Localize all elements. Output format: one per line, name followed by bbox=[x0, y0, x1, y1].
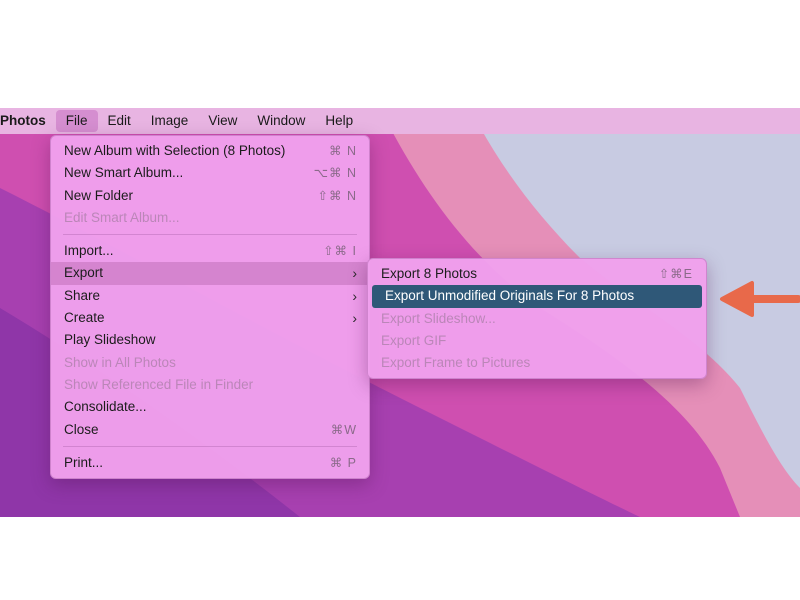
menu-item-export-photos[interactable]: Export 8 Photos ⇧⌘E bbox=[368, 263, 706, 285]
menu-item-new-album[interactable]: New Album with Selection (8 Photos) ⌘ N bbox=[51, 140, 369, 162]
menu-item-export-gif: Export GIF bbox=[368, 330, 706, 352]
menu-item-export-frame: Export Frame to Pictures bbox=[368, 352, 706, 374]
menu-item-label: Export Slideshow... bbox=[381, 310, 496, 326]
menu-item-share[interactable]: Share › bbox=[51, 285, 369, 307]
menu-item-export-slideshow: Export Slideshow... bbox=[368, 308, 706, 330]
menu-item-consolidate[interactable]: Consolidate... bbox=[51, 396, 369, 418]
menu-item-export-unmodified-originals[interactable]: Export Unmodified Originals For 8 Photos bbox=[372, 285, 702, 308]
menubar-image[interactable]: Image bbox=[141, 110, 199, 132]
menu-item-shortcut: ⇧⌘ N bbox=[317, 188, 357, 203]
menu-item-label: Export bbox=[64, 265, 104, 281]
menu-item-label: Edit Smart Album... bbox=[64, 209, 180, 225]
file-menu: New Album with Selection (8 Photos) ⌘ N … bbox=[50, 135, 370, 480]
menu-item-label: Print... bbox=[64, 454, 104, 470]
menu-item-export[interactable]: Export › bbox=[51, 262, 369, 285]
menu-item-label: Export GIF bbox=[381, 332, 447, 348]
menu-item-shortcut: ⌘ P bbox=[329, 455, 357, 470]
menu-item-close[interactable]: Close ⌘W bbox=[51, 419, 369, 441]
menu-item-import[interactable]: Import... ⇧⌘ I bbox=[51, 240, 369, 262]
menubar-help[interactable]: Help bbox=[315, 110, 363, 132]
chevron-right-icon: › bbox=[352, 310, 357, 327]
menu-item-label: Import... bbox=[64, 243, 114, 259]
menu-item-show-referenced-file: Show Referenced File in Finder bbox=[51, 374, 369, 396]
menu-item-shortcut: ⌘ N bbox=[329, 144, 357, 158]
menu-item-label: Export 8 Photos bbox=[381, 266, 478, 281]
menu-item-label: Create bbox=[64, 310, 105, 326]
desktop-screen: Photos File Edit Image View Window Help … bbox=[0, 108, 800, 517]
menu-separator bbox=[63, 234, 357, 236]
menu-item-label: New Album with Selection (8 Photos) bbox=[64, 143, 286, 158]
menu-item-new-folder[interactable]: New Folder ⇧⌘ N bbox=[51, 185, 369, 207]
menubar-file[interactable]: File bbox=[55, 110, 98, 132]
menu-item-new-smart-album[interactable]: New Smart Album... ⌥⌘ N bbox=[51, 162, 369, 184]
menubar-app-photos[interactable]: Photos bbox=[0, 110, 56, 132]
menu-item-create[interactable]: Create › bbox=[51, 307, 369, 329]
annotation-arrow-icon bbox=[720, 281, 800, 317]
menu-item-shortcut: ⇧⌘E bbox=[658, 267, 693, 281]
menu-separator bbox=[63, 445, 357, 447]
menu-item-print[interactable]: Print... ⌘ P bbox=[51, 452, 369, 474]
menu-item-label: Export Frame to Pictures bbox=[381, 355, 531, 371]
menu-item-label: Show in All Photos bbox=[64, 354, 176, 370]
menu-item-shortcut: ⇧⌘ I bbox=[323, 244, 357, 259]
menu-item-shortcut: ⌥⌘ N bbox=[313, 166, 357, 181]
menu-item-label: Export Unmodified Originals For 8 Photos bbox=[385, 288, 635, 304]
menu-item-label: Consolidate... bbox=[64, 399, 147, 415]
menubar-view[interactable]: View bbox=[198, 110, 247, 132]
chevron-right-icon: › bbox=[352, 265, 357, 282]
menu-item-label: Share bbox=[64, 287, 101, 303]
menu-item-play-slideshow[interactable]: Play Slideshow bbox=[51, 329, 369, 351]
menu-item-shortcut: ⌘W bbox=[330, 422, 357, 437]
menu-item-label: Play Slideshow bbox=[64, 332, 156, 348]
menubar-window[interactable]: Window bbox=[247, 110, 315, 132]
menu-item-label: New Smart Album... bbox=[64, 165, 184, 181]
chevron-right-icon: › bbox=[352, 287, 357, 304]
menu-item-show-in-all-photos: Show in All Photos bbox=[51, 352, 369, 374]
menubar-edit[interactable]: Edit bbox=[98, 110, 141, 132]
menu-item-label: Close bbox=[64, 421, 99, 437]
menu-item-edit-smart-album: Edit Smart Album... bbox=[51, 207, 369, 229]
menu-item-label: Show Referenced File in Finder bbox=[64, 376, 254, 392]
export-submenu: Export 8 Photos ⇧⌘E Export Unmodified Or… bbox=[367, 258, 707, 380]
menu-bar: Photos File Edit Image View Window Help bbox=[0, 108, 800, 134]
menu-item-label: New Folder bbox=[64, 187, 134, 203]
